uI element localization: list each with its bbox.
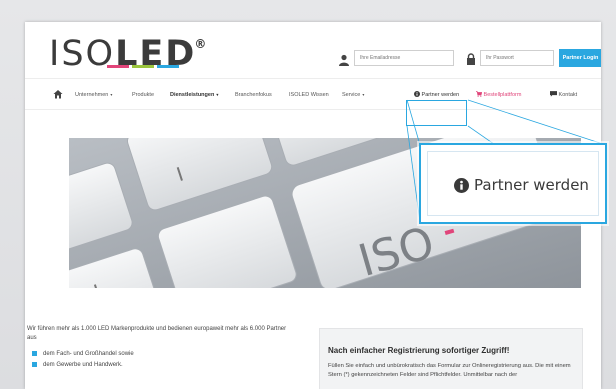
- info-icon: [454, 178, 469, 193]
- zoom-partner-werden-label: Partner werden: [474, 176, 589, 194]
- browser-background: ISOLED ® Partner Login Unternehmen▾: [0, 0, 616, 389]
